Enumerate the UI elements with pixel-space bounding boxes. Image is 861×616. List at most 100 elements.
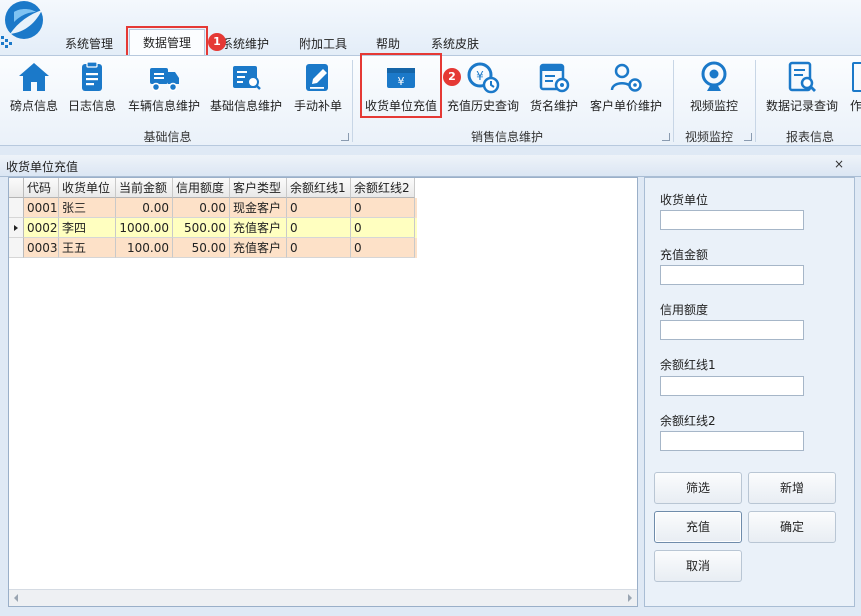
cell-unit[interactable]: 张三 xyxy=(59,198,116,218)
group-launcher-icon[interactable] xyxy=(662,133,670,141)
clipboard-icon xyxy=(75,60,109,94)
tab-help[interactable]: 帮助 xyxy=(368,33,408,55)
ribbon-button-data-record-query[interactable]: 数据记录查询 xyxy=(766,58,838,122)
column-header-red-line-1[interactable]: 余额红线1 xyxy=(287,178,351,198)
cancel-button[interactable]: 取消 xyxy=(654,550,742,582)
cell-red-line-2[interactable]: 0 xyxy=(351,218,415,238)
confirm-button[interactable]: 确定 xyxy=(748,511,836,543)
column-header-customer-type[interactable]: 客户类型 xyxy=(230,178,287,198)
user-gear-icon xyxy=(609,60,643,94)
ribbon-button-customer-price[interactable]: 客户单价维护 xyxy=(590,58,662,122)
cell-amount[interactable]: 0.00 xyxy=(116,198,173,218)
ribbon-button-video-monitor[interactable]: 视频监控 xyxy=(688,58,740,122)
cell-red-line-1[interactable]: 0 xyxy=(287,218,351,238)
cell-customer-type[interactable]: 现金客户 xyxy=(230,198,287,218)
group-launcher-icon[interactable] xyxy=(341,133,349,141)
ribbon-button-label: 磅点信息 xyxy=(9,99,58,113)
row-selector[interactable] xyxy=(9,198,24,218)
truck-icon xyxy=(147,60,181,94)
cell-customer-type[interactable]: 充值客户 xyxy=(230,238,287,258)
ribbon-button-manual-supplement[interactable]: 手动补单 xyxy=(292,58,344,122)
ribbon-button-label: 作 xyxy=(850,99,861,113)
cell-code[interactable]: 0002 xyxy=(24,218,59,238)
search-doc-icon xyxy=(785,60,819,94)
ribbon-button-label: 数据记录查询 xyxy=(765,99,838,113)
credit-input[interactable] xyxy=(660,320,804,340)
cell-amount[interactable]: 100.00 xyxy=(116,238,173,258)
recharge-button[interactable]: 充值 xyxy=(654,511,742,543)
cell-red-line-2[interactable]: 0 xyxy=(351,238,415,258)
ribbon-button-recharge-history[interactable]: ¥ 充值历史查询 xyxy=(446,58,520,122)
yen-history-icon: ¥ xyxy=(466,60,500,94)
ribbon-button-log-info[interactable]: 日志信息 xyxy=(66,58,118,122)
ribbon-button-goods-name[interactable]: 货名维护 xyxy=(528,58,580,122)
ribbon-button-label: 客户单价维护 xyxy=(589,99,662,113)
svg-text:¥: ¥ xyxy=(476,69,484,83)
cell-customer-type[interactable]: 充值客户 xyxy=(230,218,287,238)
table-row-selected[interactable]: 0002 李四 1000.00 500.00 充值客户 0 0 xyxy=(9,218,417,238)
window-title: 收货单位充值 xyxy=(6,160,79,174)
report-icon xyxy=(852,62,861,92)
ribbon-button-report-partial[interactable]: 作 xyxy=(846,58,861,122)
field-label-credit: 信用额度 xyxy=(660,303,709,317)
window-titlebar: 收货单位充值 × xyxy=(0,155,861,177)
recharge-form-panel: 收货单位 充值金额 信用额度 余额红线1 余额红线2 筛选 新增 充值 确定 取… xyxy=(644,177,855,607)
red-line-1-input[interactable] xyxy=(660,376,804,396)
ribbon-button-weighbridge-info[interactable]: 磅点信息 xyxy=(6,58,62,122)
ribbon-button-label: 充值历史查询 xyxy=(446,99,519,113)
column-header-amount[interactable]: 当前金额 xyxy=(116,178,173,198)
highlight-box-recharge-button xyxy=(360,53,442,118)
cell-code[interactable]: 0001 xyxy=(24,198,59,218)
ribbon-group-label-video: 视频监控 xyxy=(684,130,733,144)
table-row[interactable]: 0003 王五 100.00 50.00 充值客户 0 0 xyxy=(9,238,417,258)
tab-system-skin[interactable]: 系统皮肤 xyxy=(424,33,486,55)
cell-red-line-1[interactable]: 0 xyxy=(287,198,351,218)
column-header-credit[interactable]: 信用额度 xyxy=(173,178,230,198)
add-button[interactable]: 新增 xyxy=(748,472,836,504)
callout-badge-1: 1 xyxy=(208,33,226,51)
field-label-red-line-1: 余额红线1 xyxy=(660,358,716,372)
horizontal-scrollbar[interactable] xyxy=(9,589,637,606)
row-selector-header xyxy=(9,178,24,198)
cell-red-line-1[interactable]: 0 xyxy=(287,238,351,258)
list-search-icon xyxy=(229,60,263,94)
close-icon[interactable]: × xyxy=(832,157,846,173)
current-row-arrow-icon xyxy=(14,225,18,231)
row-selector[interactable] xyxy=(9,218,24,238)
filter-button[interactable]: 筛选 xyxy=(654,472,742,504)
table-row[interactable]: 0001 张三 0.00 0.00 现金客户 0 0 xyxy=(9,198,417,218)
group-launcher-icon[interactable] xyxy=(744,133,752,141)
field-label-unit: 收货单位 xyxy=(660,193,709,207)
ribbon: 磅点信息 日志信息 车辆信息维护 基础信息维护 手动补单 基础信息 ¥ 收货单位… xyxy=(0,53,861,146)
tab-extra-tools[interactable]: 附加工具 xyxy=(292,33,354,55)
ribbon-button-label: 日志信息 xyxy=(67,99,116,113)
ribbon-button-label: 视频监控 xyxy=(689,99,738,113)
cell-amount[interactable]: 1000.00 xyxy=(116,218,173,238)
unit-input[interactable] xyxy=(660,210,804,230)
row-selector[interactable] xyxy=(9,238,24,258)
recharge-amount-input[interactable] xyxy=(660,265,804,285)
callout-badge-2: 2 xyxy=(443,68,461,86)
tab-system-management[interactable]: 系统管理 xyxy=(58,33,120,55)
scroll-left-icon[interactable] xyxy=(14,594,18,602)
ribbon-group-label-sales: 销售信息维护 xyxy=(470,130,543,144)
field-label-red-line-2: 余额红线2 xyxy=(660,414,716,428)
edit-icon xyxy=(301,60,335,94)
column-header-code[interactable]: 代码 xyxy=(24,178,59,198)
cell-credit[interactable]: 500.00 xyxy=(173,218,230,238)
cell-code[interactable]: 0003 xyxy=(24,238,59,258)
cell-credit[interactable]: 50.00 xyxy=(173,238,230,258)
cell-unit[interactable]: 王五 xyxy=(59,238,116,258)
scroll-right-icon[interactable] xyxy=(628,594,632,602)
ribbon-button-vehicle-info[interactable]: 车辆信息维护 xyxy=(128,58,200,122)
red-line-2-input[interactable] xyxy=(660,431,804,451)
cell-credit[interactable]: 0.00 xyxy=(173,198,230,218)
column-header-unit[interactable]: 收货单位 xyxy=(59,178,116,198)
cell-red-line-2[interactable]: 0 xyxy=(351,198,415,218)
ribbon-button-basic-info[interactable]: 基础信息维护 xyxy=(210,58,282,122)
column-header-red-line-2[interactable]: 余额红线2 xyxy=(351,178,415,198)
app-logo xyxy=(0,0,46,50)
cell-unit[interactable]: 李四 xyxy=(59,218,116,238)
menu-bar: 系统管理 数据管理 系统维护 附加工具 帮助 系统皮肤 1 xyxy=(0,0,861,58)
card-gear-icon xyxy=(537,60,571,94)
